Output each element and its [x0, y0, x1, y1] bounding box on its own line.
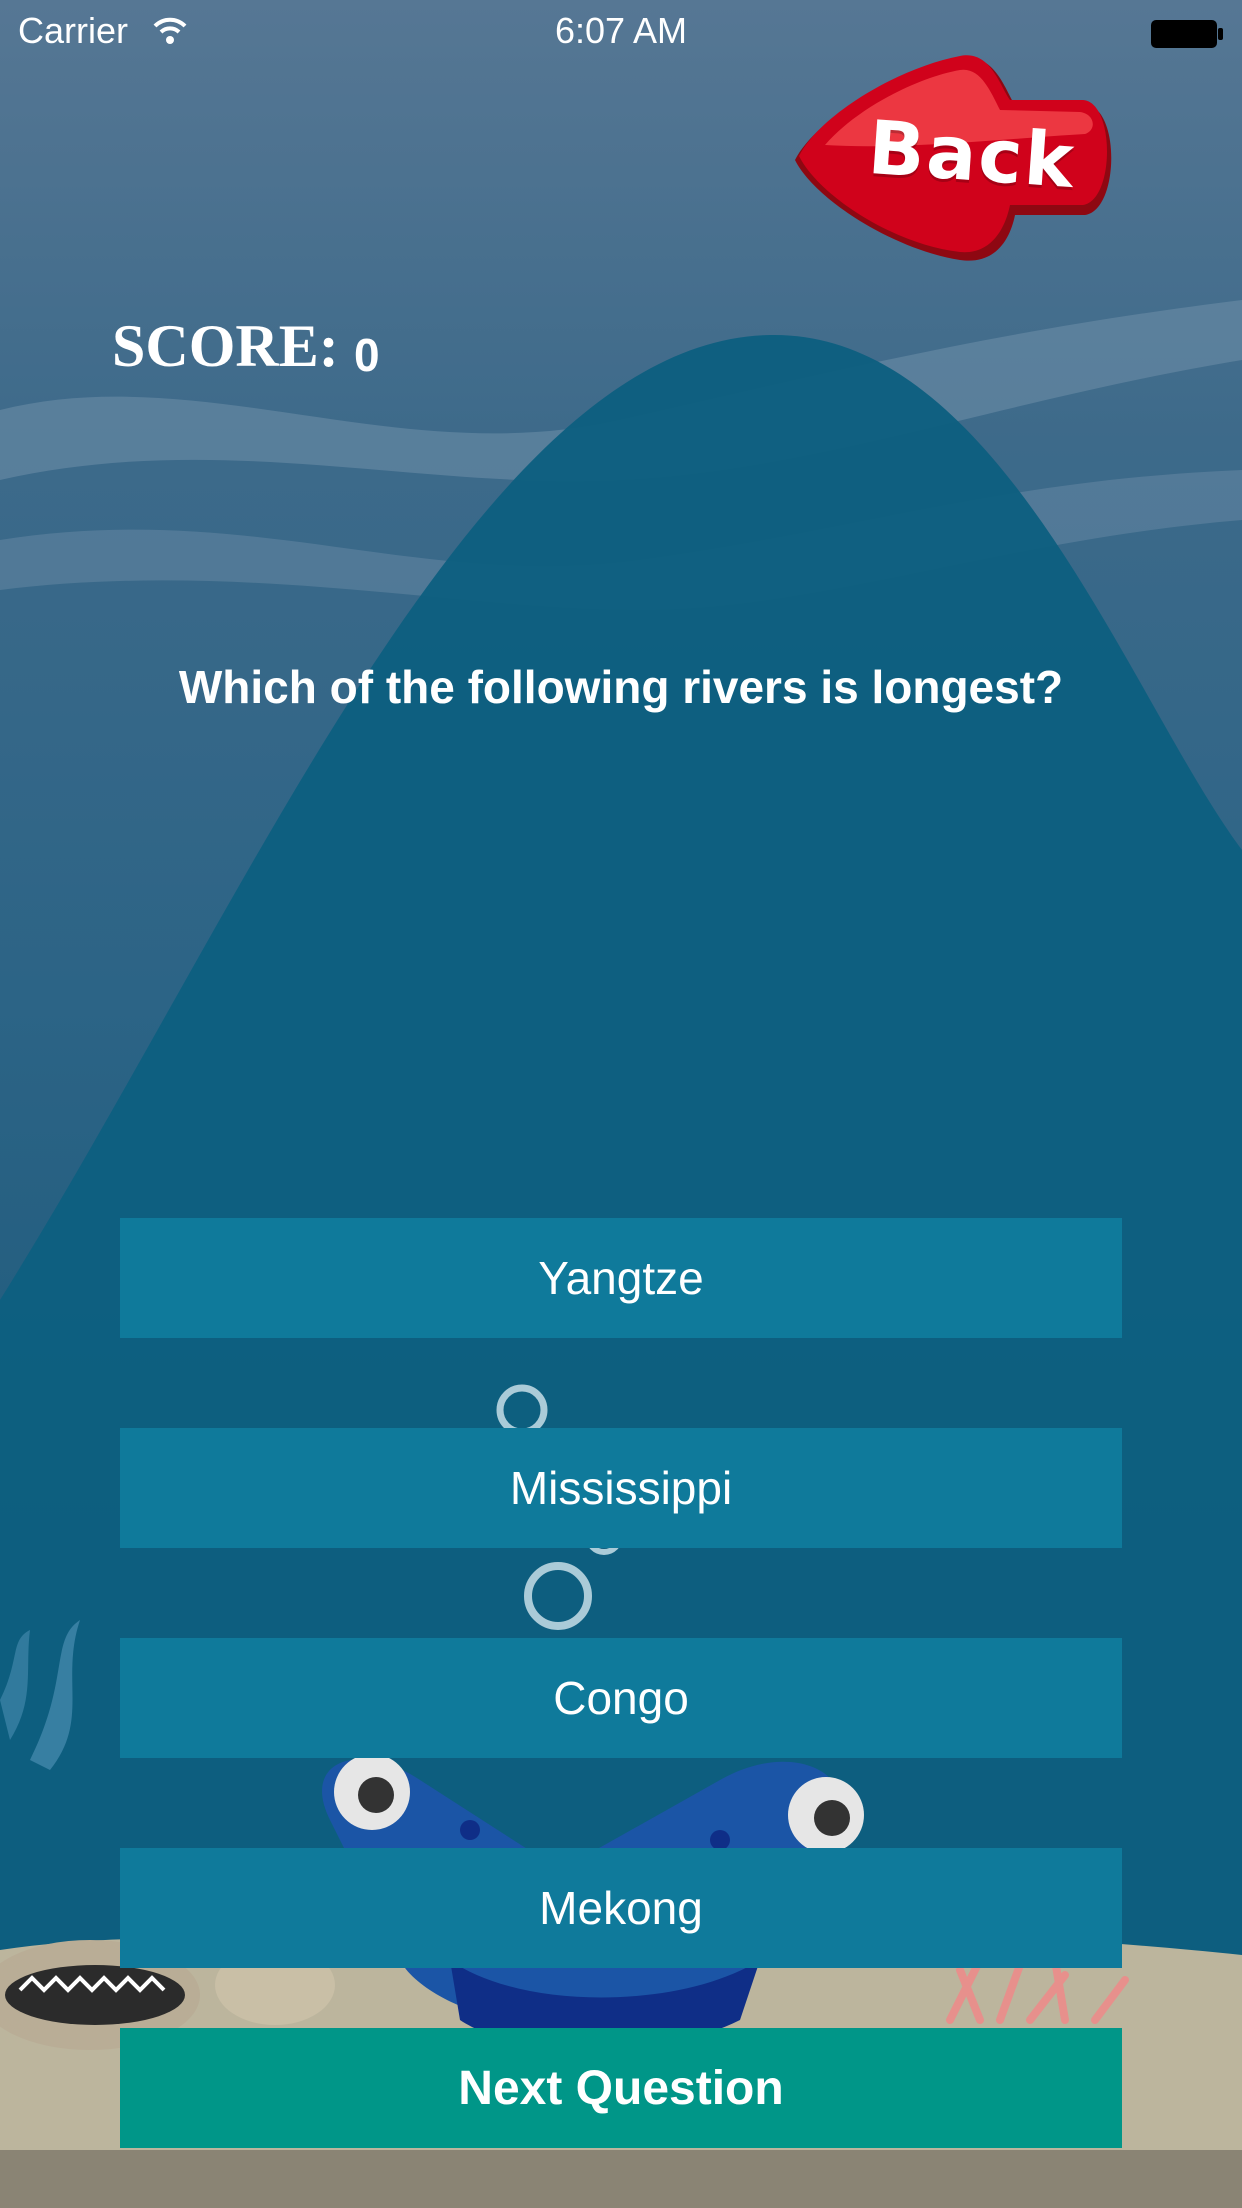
answer-button-4[interactable]: Mekong [120, 1848, 1122, 1968]
score-label: SCORE: [112, 313, 339, 379]
question-text: Which of the following rivers is longest… [178, 661, 1064, 713]
back-button[interactable]: Back [785, 50, 1125, 270]
status-time: 6:07 AM [554, 10, 688, 51]
battery-icon [1150, 16, 1224, 58]
back-label: Back [865, 104, 1079, 206]
answer-button-1[interactable]: Yangtze [120, 1218, 1122, 1338]
answer-button-3[interactable]: Congo [120, 1638, 1122, 1758]
score-value: 0 [354, 329, 380, 381]
answer-button-2[interactable]: Mississippi [120, 1428, 1122, 1548]
next-question-button[interactable]: Next Question [120, 2028, 1122, 2148]
